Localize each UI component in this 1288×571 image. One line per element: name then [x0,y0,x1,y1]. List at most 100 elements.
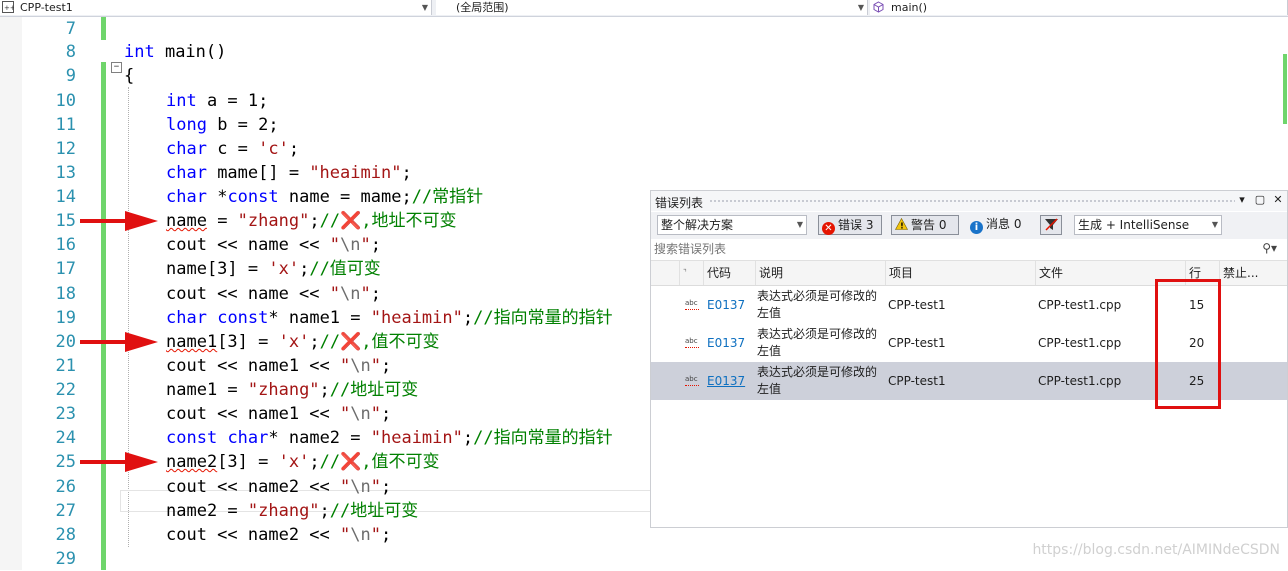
chevron-down-icon: ▼ [857,3,864,12]
code-line: name1 = "zhang";//地址可变 [166,380,419,400]
line-number: 26 [55,477,76,497]
method-cube-icon [873,1,884,13]
messages-filter-button[interactable]: i 消息 0 [967,215,1031,235]
code-line: name = "zhang";//❌,地址不可变 [166,211,457,231]
code-line: { [124,66,135,86]
filter-build-button[interactable] [1040,215,1062,235]
filter-funnel-icon [1044,217,1059,237]
error-list-titlebar[interactable]: 错误列表 ▾ ▢ ✕ [651,191,1287,211]
cpp-project-icon: ++ [2,1,16,13]
error-description: 表达式必须是可修改的 左值 [757,365,878,396]
scope-select-value: 整个解决方案 [661,218,734,232]
line-number: 14 [55,187,76,207]
error-code-link[interactable]: E0137 [707,298,745,312]
code-line: name[3] = 'x';//值可变 [166,259,381,279]
code-line: cout << name1 << "\n"; [166,356,392,376]
code-line: char const* name1 = "heaimin";//指向常量的指针 [166,308,613,328]
error-file: CPP-test1.cpp [1038,336,1122,350]
error-squiggle: name2 [166,452,218,472]
project-dropdown[interactable]: ++ CPP-test1 ▼ [0,0,432,15]
drag-grip[interactable] [709,199,1235,203]
column-header-description[interactable]: 说明 [755,261,885,285]
line-number: 16 [55,235,76,255]
error-project: CPP-test1 [888,298,946,312]
code-line: int a = 1; [166,91,269,111]
code-line: int main() [124,42,227,62]
scope-dropdown[interactable]: (全局范围) ▼ [436,0,868,15]
red-highlight-box-annotation [1155,279,1221,409]
error-list-toolbar: 整个解决方案 ▼ ✕ 错误 3 ! 警告 0 i 消息 0 生成 + IntelliS… [651,212,1287,239]
line-number: 29 [55,549,76,569]
close-icon[interactable]: ✕ [1271,193,1285,207]
code-line: name1[3] = 'x';//❌,值不可变 [166,332,440,352]
line-number: 25 [55,452,76,472]
scope-select[interactable]: 整个解决方案 ▼ [657,215,807,235]
red-arrow-annotation [80,211,158,231]
scope-label: (全局范围) [456,1,509,14]
column-header-code[interactable]: 代码 [703,261,755,285]
errors-filter-button[interactable]: ✕ 错误 3 [818,215,882,235]
code-line: char *const name = mame;//常指针 [166,187,484,207]
intellisense-error-icon: abc [685,376,699,386]
code-line: long b = 2; [166,115,279,135]
dropdown-arrow-icon[interactable]: ▾ [1235,193,1249,207]
error-list-title: 错误列表 [655,196,704,210]
line-number: 28 [55,525,76,545]
chevron-down-icon: ▼ [1211,220,1218,229]
messages-count-label: 消息 0 [986,217,1022,231]
editor-scroll-marker[interactable] [1282,34,1288,124]
error-description: 表达式必须是可修改的 左值 [757,327,878,358]
chevron-down-icon: ▼ [796,220,803,229]
line-number: 12 [55,139,76,159]
code-line: cout << name << "\n"; [166,235,381,255]
line-number: 19 [55,308,76,328]
line-number: 17 [55,259,76,279]
project-name: CPP-test1 [20,1,73,14]
line-number: 9 [65,66,76,86]
search-errors-input[interactable] [654,241,1254,257]
error-code-link[interactable]: E0137 [707,374,745,388]
code-line: name2[3] = 'x';//❌,值不可变 [166,452,440,472]
code-line: char mame[] = "heaimin"; [166,163,412,183]
svg-text:!: ! [900,222,904,231]
intellisense-error-icon: abc [685,300,699,310]
line-number: 8 [65,42,76,62]
line-number: 23 [55,404,76,424]
code-line: cout << name2 << "\n"; [166,525,392,545]
error-search-bar[interactable]: ⚲▾ [651,240,1287,261]
error-description: 表达式必须是可修改的 左值 [757,289,878,320]
function-dropdown[interactable]: main() [870,0,1288,15]
column-header-project[interactable]: 项目 [885,261,1035,285]
line-number: 7 [65,19,76,39]
error-file: CPP-test1.cpp [1038,374,1122,388]
code-line: cout << name1 << "\n"; [166,404,392,424]
code-line: cout << name << "\n"; [166,284,381,304]
line-number: 24 [55,428,76,448]
warnings-filter-button[interactable]: ! 警告 0 [891,215,959,235]
navigation-bar: ++ CPP-test1 ▼ (全局范围) ▼ main() [0,0,1288,17]
line-number: 11 [55,115,76,135]
column-header-suppression[interactable]: 禁止... [1219,261,1287,285]
error-file: CPP-test1.cpp [1038,298,1122,312]
build-source-select[interactable]: 生成 + IntelliSense ▼ [1074,215,1222,235]
chevron-down-icon: ▼ [421,3,428,12]
line-number: 10 [55,91,76,111]
line-number: 15 [55,211,76,231]
line-number: 20 [55,332,76,352]
line-number: 21 [55,356,76,376]
red-arrow-annotation [80,332,158,352]
error-squiggle: name1 [166,332,218,352]
error-project: CPP-test1 [888,374,946,388]
error-code-link[interactable]: E0137 [707,336,745,350]
svg-text:++: ++ [4,4,14,12]
errors-count-label: 错误 3 [838,218,874,232]
info-icon: i [970,221,983,234]
code-line: name2 = "zhang";//地址可变 [166,501,419,521]
line-number: 22 [55,380,76,400]
search-icon[interactable]: ⚲▾ [1262,241,1277,255]
intellisense-error-icon: abc [685,338,699,348]
maximize-icon[interactable]: ▢ [1253,193,1267,207]
code-line: const char* name2 = "heaimin";//指向常量的指针 [166,428,613,448]
sort-column-header[interactable]: ⌝ [679,261,703,285]
warnings-count-label: 警告 0 [911,218,947,232]
